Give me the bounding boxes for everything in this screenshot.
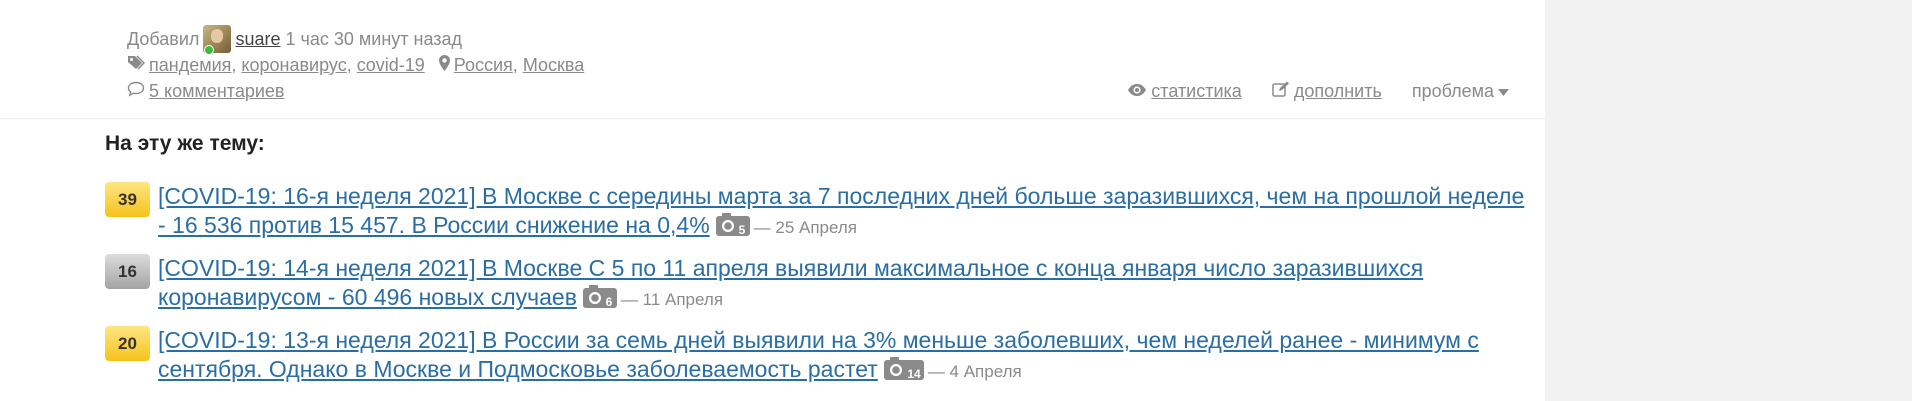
- time-ago: 1 час 30 минут назад: [285, 29, 463, 49]
- problem-label: проблема: [1411, 80, 1494, 101]
- related-item-body: [COVID-19: 14-я неделя 2021] В Москве С …: [158, 254, 1538, 315]
- related-item-body: [COVID-19: 13-я неделя 2021] В России за…: [158, 326, 1538, 387]
- photo-count: 5: [738, 223, 745, 236]
- stats-action[interactable]: статистика: [1127, 81, 1242, 102]
- edit-link[interactable]: дополнить: [1294, 81, 1382, 102]
- tags-icon: [127, 52, 146, 78]
- score-badge: 16: [105, 254, 150, 289]
- tags-line: пандемия, коронавирус, covid-19 Россия, …: [127, 52, 1527, 78]
- score-badge: 20: [105, 326, 150, 361]
- map-marker-icon: [438, 52, 450, 78]
- place-link[interactable]: Россия: [454, 52, 513, 78]
- caret-down-icon: [1498, 81, 1509, 102]
- related-link[interactable]: [COVID-19: 14-я неделя 2021] В Москве С …: [158, 255, 1423, 310]
- photo-count: 14: [907, 367, 921, 380]
- avatar[interactable]: [203, 25, 232, 55]
- camera-icon[interactable]: 5: [715, 212, 750, 243]
- added-label: Добавил: [127, 29, 200, 49]
- item-date: — 11 Апреля: [620, 290, 724, 309]
- stats-link[interactable]: статистика: [1151, 81, 1242, 102]
- tag-link[interactable]: коронавирус: [241, 52, 346, 78]
- photo-count: 6: [606, 295, 613, 308]
- right-gutter: [1545, 0, 1912, 401]
- camera-icon[interactable]: 14: [883, 356, 924, 387]
- score-badge: 39: [105, 182, 150, 217]
- content-area: Добавил suare 1 час 30 минут назад панде…: [0, 0, 1545, 401]
- page: Добавил suare 1 час 30 минут назад панде…: [0, 0, 1912, 401]
- related-title: На эту же тему:: [105, 132, 265, 155]
- problem-dropdown[interactable]: проблема: [1412, 81, 1513, 102]
- post-actions: статистика дополнить проблема: [1097, 78, 1513, 104]
- edit-action[interactable]: дополнить: [1272, 81, 1382, 102]
- author-link[interactable]: suare: [235, 26, 280, 52]
- author-line: Добавил suare 1 час 30 минут назад: [127, 25, 1527, 55]
- camera-icon[interactable]: 6: [582, 284, 617, 315]
- tag-link[interactable]: covid-19: [357, 52, 425, 78]
- place-link[interactable]: Москва: [523, 52, 584, 78]
- related-item-body: [COVID-19: 16-я неделя 2021] В Москве с …: [158, 182, 1538, 243]
- related-link[interactable]: [COVID-19: 13-я неделя 2021] В России за…: [158, 327, 1479, 382]
- item-date: — 4 Апреля: [927, 362, 1022, 381]
- eye-icon: [1127, 81, 1147, 102]
- item-date: — 25 Апреля: [753, 218, 858, 237]
- comments-link[interactable]: 5 комментариев: [149, 78, 285, 104]
- edit-icon: [1272, 81, 1290, 102]
- divider: [0, 118, 1545, 119]
- tag-link[interactable]: пандемия: [149, 52, 231, 78]
- comment-icon: [127, 78, 145, 104]
- avatar-face: [211, 29, 224, 43]
